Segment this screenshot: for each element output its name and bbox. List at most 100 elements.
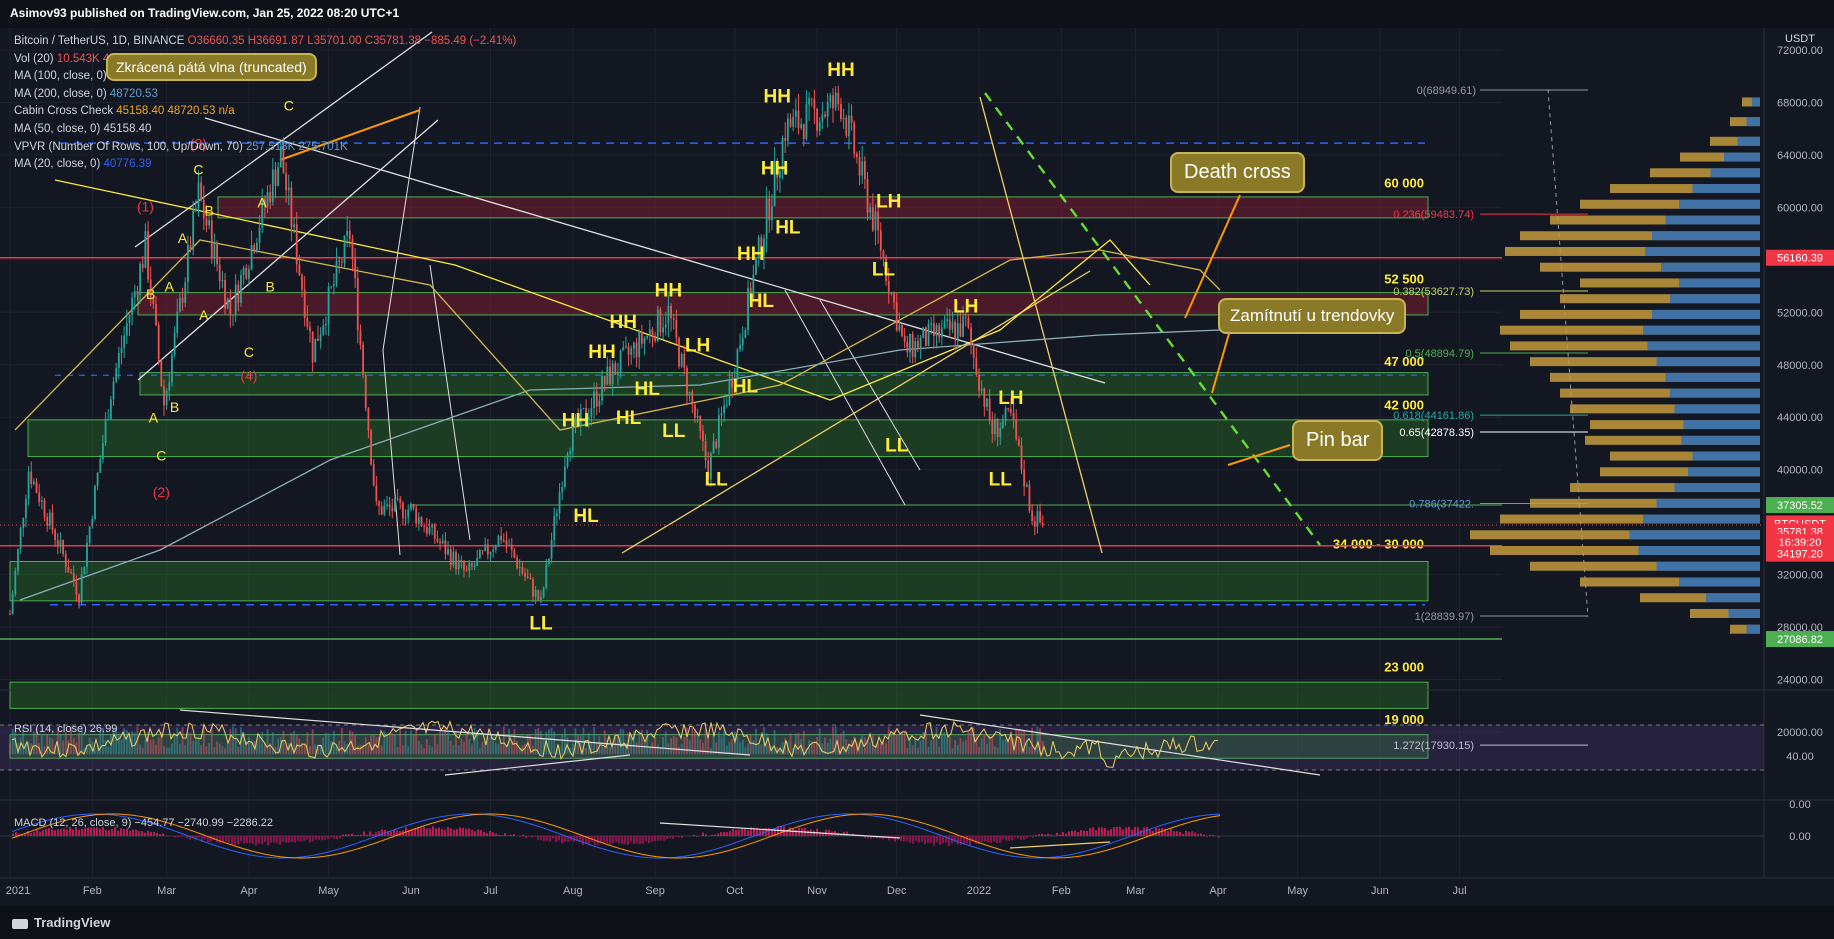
candle-body: [871, 207, 874, 231]
legend-row[interactable]: MA (200, close, 0) 48720.53: [14, 86, 516, 104]
candle-body: [664, 324, 667, 328]
candle-body: [744, 330, 747, 338]
legend-row[interactable]: MA (20, close, 0) 40776.39: [14, 156, 516, 174]
vpvr-bar: [1645, 246, 1760, 256]
macd-histogram-bar: [501, 835, 503, 836]
legend-row[interactable]: Bitcoin / TetherUS, 1D, BINANCE O36660.3…: [14, 33, 516, 51]
macd-histogram-bar: [225, 836, 227, 842]
wave-label: LH: [953, 296, 978, 317]
macd-histogram-bar: [561, 836, 563, 844]
macd-histogram-bar: [969, 836, 971, 846]
macd-histogram-bar: [1137, 827, 1139, 836]
macd-histogram-bar: [795, 829, 797, 836]
rsi-tick: 0.00: [1789, 799, 1810, 811]
macd-histogram-bar: [1086, 830, 1088, 836]
macd-histogram-bar: [108, 830, 110, 836]
macd-histogram-bar: [984, 836, 986, 842]
candle-body: [524, 573, 526, 577]
candle-body: [205, 218, 208, 226]
wave-label: HL: [634, 379, 660, 400]
candle-body: [805, 104, 808, 140]
macd-histogram-bar: [87, 827, 89, 836]
legend-row[interactable]: Cabin Cross Check 45158.40 48720.53 n/a: [14, 103, 516, 121]
legend-value: L35701.00: [307, 35, 365, 47]
time-tick-label: Jul: [1453, 885, 1467, 897]
macd-histogram-bar: [600, 836, 602, 843]
macd-histogram-bar: [117, 830, 119, 836]
macd-histogram-bar: [642, 836, 644, 844]
candle-body: [903, 335, 906, 342]
macd-histogram-bar: [528, 836, 530, 837]
tradingview-logo[interactable]: TradingView: [12, 915, 110, 930]
vpvr-bar: [1688, 467, 1760, 477]
candle-body: [306, 317, 309, 327]
vpvr-bar: [1737, 136, 1760, 146]
macd-histogram-bar: [1173, 831, 1175, 836]
candle-body: [879, 230, 882, 251]
candle-body: [46, 516, 49, 526]
macd-histogram-bar: [582, 836, 584, 846]
candle-body: [540, 596, 542, 601]
macd-histogram-bar: [552, 836, 554, 839]
legend-row[interactable]: VPVR (Number Of Rows, 100, Up/Down, 70) …: [14, 139, 516, 157]
candle-body: [832, 95, 834, 109]
macd-histogram-bar: [549, 836, 551, 842]
candle-body: [550, 539, 553, 559]
candle-body: [670, 306, 672, 319]
candle-body: [906, 341, 909, 353]
macd-histogram-bar: [681, 836, 683, 838]
macd-histogram-bar: [738, 829, 740, 836]
macd-histogram-bar: [1065, 833, 1067, 836]
legend-value: 48720.53: [167, 105, 219, 118]
candle-body: [62, 539, 64, 554]
candle-body: [253, 245, 256, 252]
candle-body: [340, 261, 343, 263]
macd-histogram-bar: [273, 836, 275, 843]
candle-body: [319, 334, 322, 341]
macd-histogram-bar: [519, 836, 521, 838]
candle-body: [789, 118, 792, 127]
price-tick-label: 48000.00: [1777, 360, 1823, 372]
candle-body: [287, 187, 290, 191]
candle-body: [970, 327, 972, 345]
candle-body: [141, 263, 144, 268]
wave-label: HH: [827, 60, 854, 81]
macd-histogram-bar: [84, 828, 86, 836]
candle-body: [1031, 510, 1034, 522]
candle-body: [996, 418, 999, 438]
macd-histogram-bar: [741, 827, 743, 836]
candle-body: [184, 282, 187, 303]
macd-histogram-bar: [288, 836, 290, 843]
fib-label: 1(28839.97): [1415, 611, 1474, 623]
candle-body: [248, 269, 250, 279]
legend-row[interactable]: MA (50, close, 0) 45158.40: [14, 121, 516, 139]
candle-body: [17, 548, 19, 572]
candle-body: [850, 115, 853, 123]
candle-body: [147, 231, 149, 280]
macd-histogram-bar: [360, 834, 362, 836]
macd-histogram-bar: [489, 830, 491, 836]
candle-body: [925, 327, 927, 346]
candle-body: [96, 472, 99, 487]
macd-histogram-bar: [429, 828, 431, 836]
time-tick-label: Feb: [1052, 885, 1071, 897]
candle-body: [680, 353, 683, 367]
candle-body: [691, 391, 694, 405]
legend-label: MA (20, close, 0): [14, 158, 104, 171]
macd-histogram-bar: [174, 836, 176, 838]
vpvr-bar: [1681, 435, 1760, 445]
candle-body: [383, 506, 386, 515]
macd-histogram-bar: [918, 836, 920, 843]
candle-body: [245, 267, 248, 279]
macd-histogram-bar: [1146, 827, 1148, 836]
candle-body: [194, 208, 197, 211]
wave-label: LL: [989, 469, 1013, 490]
candle-body: [553, 516, 556, 540]
macd-histogram-bar: [45, 828, 47, 836]
candle-body: [271, 169, 274, 203]
candle-body: [348, 230, 351, 239]
vpvr-bar: [1643, 325, 1760, 335]
level-zone: [9, 681, 1429, 709]
macd-histogram-bar: [546, 836, 548, 841]
candle-body: [694, 404, 696, 418]
